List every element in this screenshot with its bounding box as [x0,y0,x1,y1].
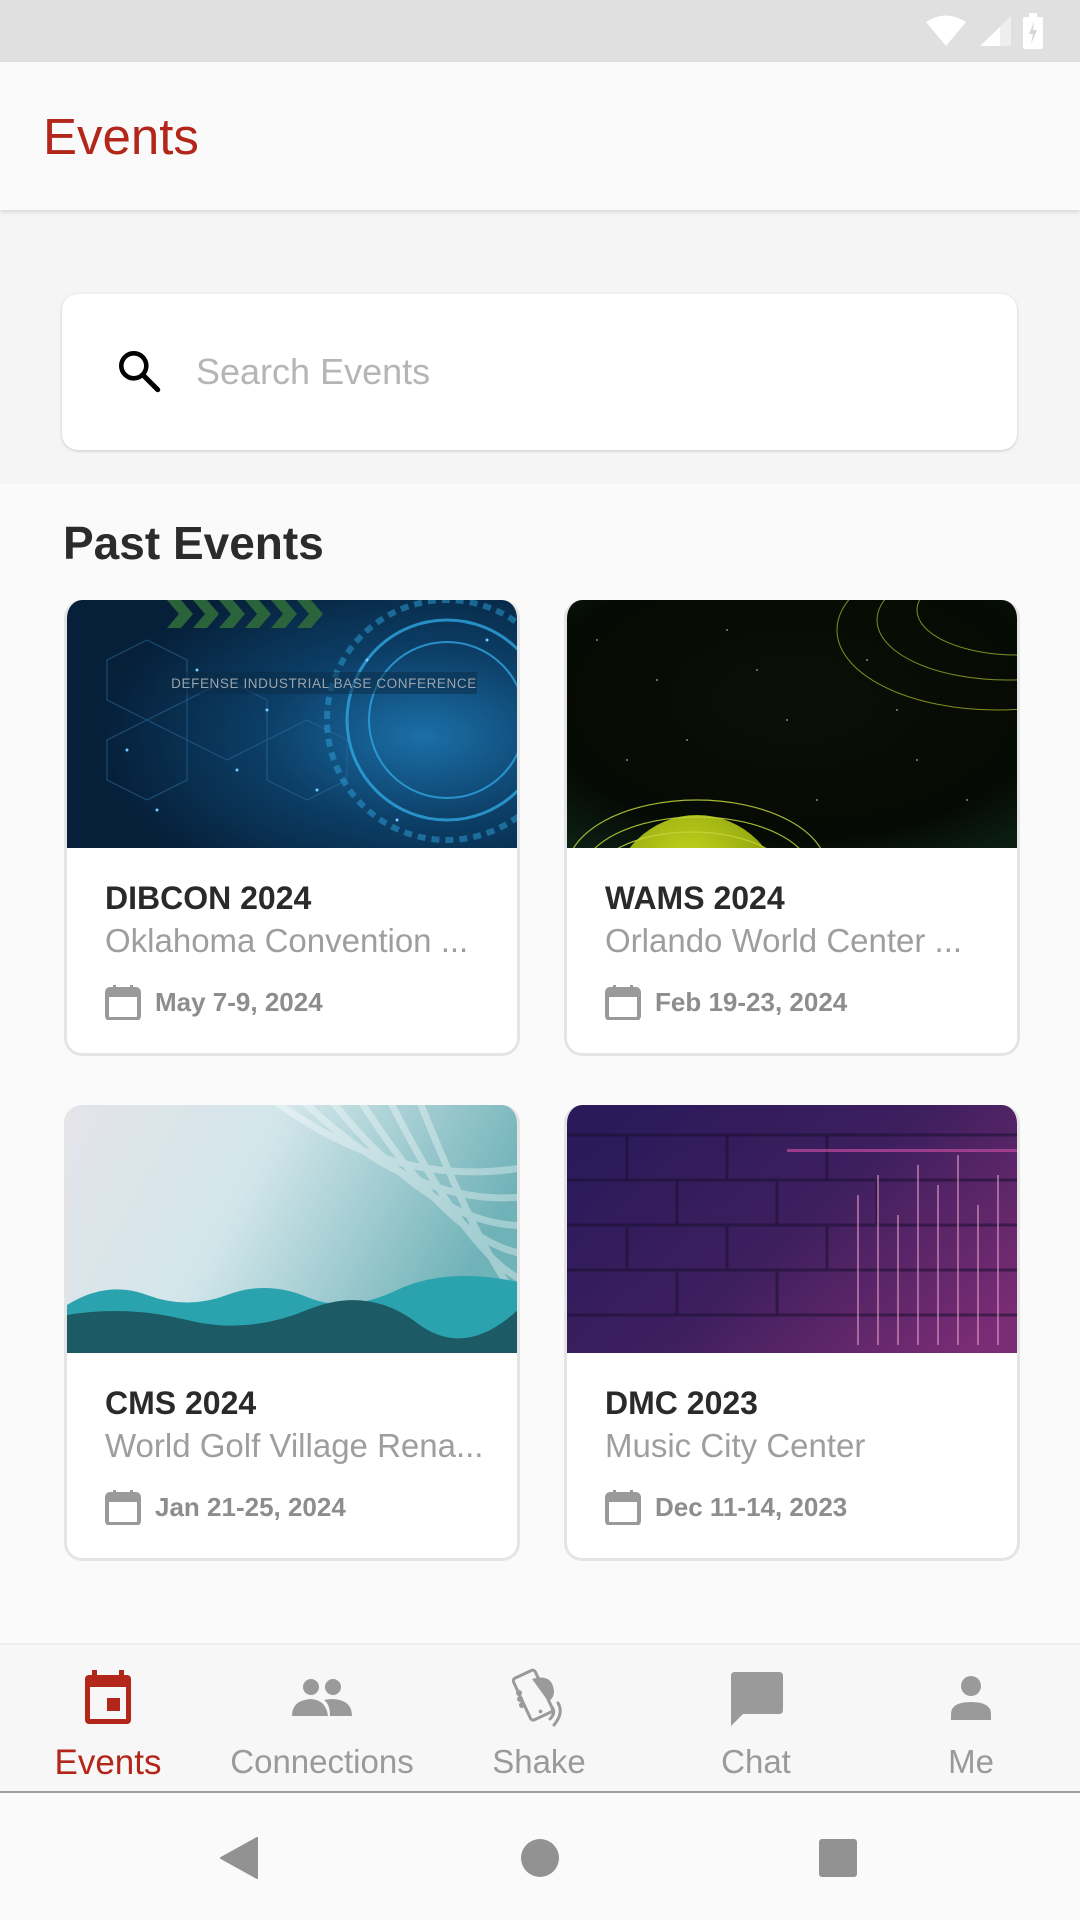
system-home-button[interactable] [515,1835,565,1881]
event-venue: Oklahoma Convention ... [105,922,469,959]
event-banner-image: DEFENSE INDUSTRIAL BASE CONFERENCE [67,600,517,848]
status-bar [0,0,1080,62]
people-icon [292,1679,352,1716]
nav-item-connections[interactable]: Connections [222,1645,422,1793]
signal-icon [980,16,1011,46]
event-banner-image [567,1105,1017,1353]
event-date-row: May 7-9, 2024 [105,984,323,1020]
event-date: May 7-9, 2024 [155,986,323,1017]
nav-label: Connections [230,1743,414,1780]
event-banner-image [67,1105,517,1353]
back-triangle-icon [220,1837,258,1879]
event-banner-image [567,600,1017,848]
event-name: DMC 2023 [605,1385,758,1421]
events-screen: Events Past Events [0,0,1080,1920]
event-venue: World Golf Village Rena... [105,1427,484,1464]
home-circle-icon [521,1839,559,1877]
event-date-row: Feb 19-23, 2024 [605,984,847,1020]
calendar-icon [85,1670,131,1724]
event-date-row: Dec 11-14, 2023 [605,1489,847,1525]
event-card-cms[interactable]: CMS 2024 World Golf Village Rena... Jan … [64,1105,520,1561]
event-date: Feb 19-23, 2024 [655,986,848,1017]
nav-item-chat[interactable]: Chat [656,1645,856,1793]
page-title: Events [43,108,199,165]
event-card-dibcon[interactable]: DEFENSE INDUSTRIAL BASE CONFERENCE DIBCO… [64,600,520,1056]
event-card-wams[interactable]: WAMS 2024 Orlando World Center ... Feb 1… [564,600,1020,1056]
status-icons [924,13,1044,49]
event-name: WAMS 2024 [605,880,785,916]
chat-bubble-icon [731,1672,783,1726]
system-nav-bar [0,1795,1080,1920]
section-title-past-events: Past Events [63,517,324,569]
person-icon [951,1676,991,1720]
calendar-icon [605,1490,641,1525]
bottom-nav: Events Connections Shake Chat Me [0,1643,1080,1793]
event-name: CMS 2024 [105,1385,257,1421]
nav-item-me[interactable]: Me [871,1645,1071,1793]
nav-item-shake[interactable]: Shake [439,1645,639,1793]
event-date: Jan 21-25, 2024 [155,1491,346,1522]
event-date-row: Jan 21-25, 2024 [105,1489,346,1525]
search-box[interactable] [62,294,1017,450]
event-card-dmc[interactable]: DMC 2023 Music City Center Dec 11-14, 20… [564,1105,1020,1561]
event-date: Dec 11-14, 2023 [655,1491,848,1522]
shake-phone-icon [511,1668,562,1727]
event-banner-text: DEFENSE INDUSTRIAL BASE CONFERENCE [171,676,477,691]
nav-label: Shake [492,1743,586,1780]
search-icon [118,351,161,393]
calendar-icon [105,1490,141,1525]
recents-square-icon [819,1839,857,1877]
system-recents-button[interactable] [813,1835,863,1881]
event-venue: Orlando World Center ... [605,922,963,959]
search-area [0,210,1080,484]
nav-label: Chat [721,1743,791,1780]
calendar-icon [105,985,141,1020]
battery-charging-icon [1023,13,1043,49]
nav-item-events[interactable]: Events [8,1645,208,1793]
wifi-icon [926,15,966,46]
search-input[interactable] [196,340,976,404]
app-header: Events [0,62,1080,210]
calendar-icon [605,985,641,1020]
nav-label: Events [54,1743,162,1782]
nav-label: Me [948,1743,994,1780]
system-back-button[interactable] [214,1835,264,1881]
event-name: DIBCON 2024 [105,880,312,916]
event-venue: Music City Center [605,1427,866,1464]
